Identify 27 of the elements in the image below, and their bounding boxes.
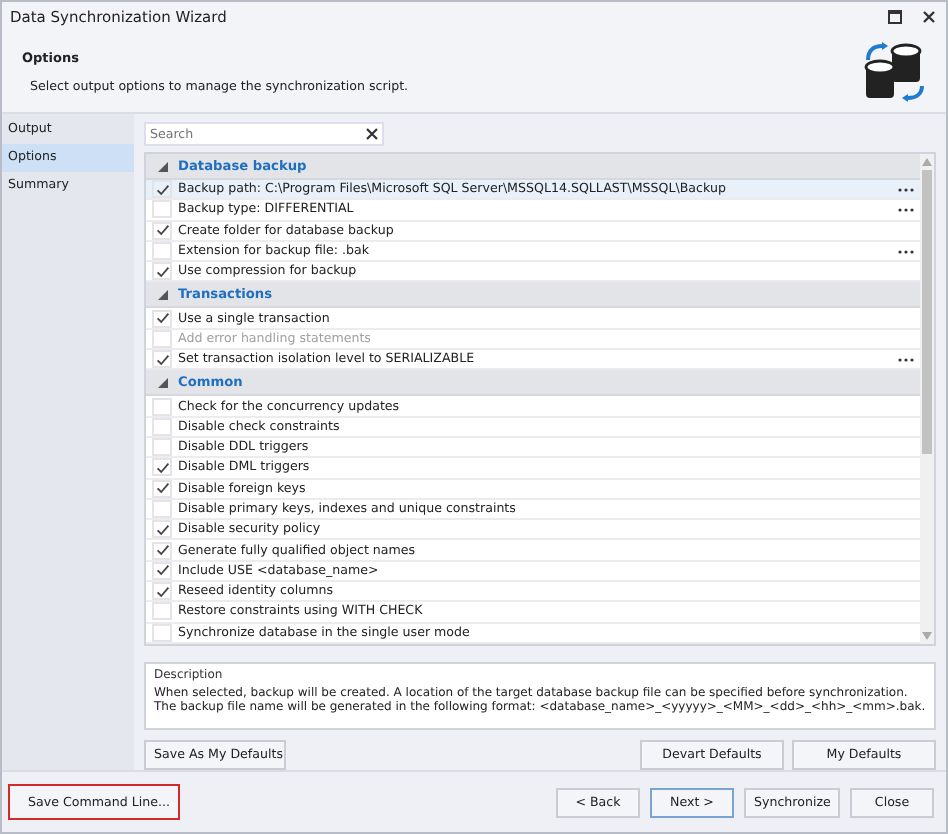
- collapse-icon[interactable]: [158, 161, 168, 171]
- checkbox[interactable]: [152, 541, 172, 560]
- checkbox[interactable]: [152, 350, 172, 369]
- checkbox[interactable]: [152, 582, 172, 601]
- clear-icon[interactable]: [366, 128, 378, 140]
- checkbox[interactable]: [152, 438, 172, 457]
- collapse-icon[interactable]: [158, 377, 168, 388]
- checkbox[interactable]: [152, 458, 172, 477]
- ellipsis-icon[interactable]: [898, 207, 914, 212]
- checkbox[interactable]: [152, 200, 172, 219]
- checkbox[interactable]: [152, 309, 172, 328]
- maximize-button[interactable]: [886, 8, 904, 26]
- checkbox[interactable]: [152, 520, 172, 539]
- close-button[interactable]: [920, 8, 938, 26]
- checkbox[interactable]: [152, 180, 172, 199]
- checkbox[interactable]: [152, 262, 172, 281]
- ellipsis-icon[interactable]: [898, 249, 914, 254]
- checkbox[interactable]: [152, 397, 172, 416]
- collapse-icon[interactable]: [158, 289, 168, 300]
- ellipsis-icon[interactable]: [898, 187, 914, 192]
- scrollbar[interactable]: [920, 154, 934, 644]
- checkbox[interactable]: [152, 242, 172, 261]
- ellipsis-icon[interactable]: [898, 357, 914, 362]
- checkbox[interactable]: [152, 602, 172, 621]
- checkbox[interactable]: [152, 500, 172, 518]
- database-sync-icon: [862, 42, 926, 102]
- scrollbar-thumb[interactable]: [922, 170, 932, 454]
